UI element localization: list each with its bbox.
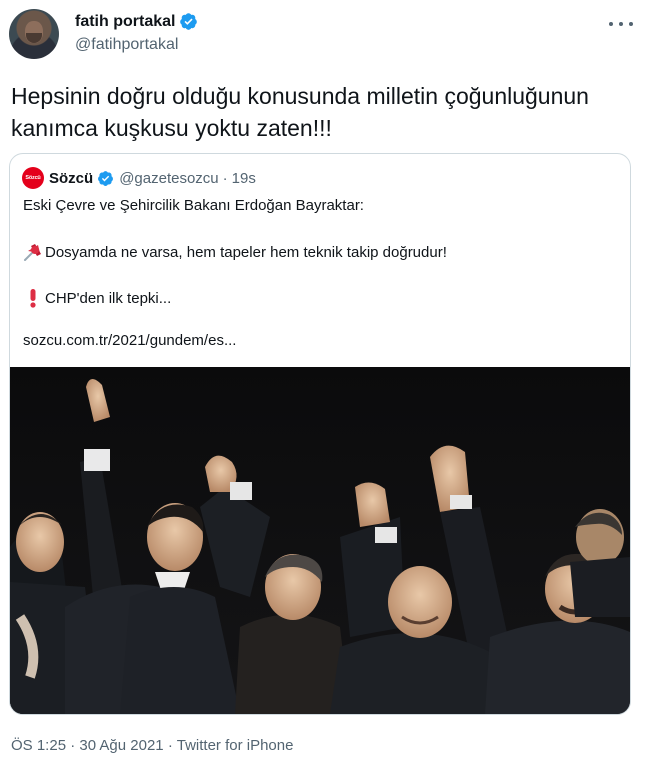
separator-dot: · [222, 169, 228, 187]
quoted-name[interactable]: Sözcü [49, 170, 93, 187]
quoted-media-image[interactable] [10, 367, 630, 714]
pushpin-icon [24, 244, 41, 261]
exclamation-icon [30, 289, 36, 308]
quoted-tweet-card[interactable]: Sözcü Sözcü @gazetesozcu · 19s Eski Çevr… [9, 153, 631, 715]
tweet-source[interactable]: Twitter for iPhone [177, 737, 294, 754]
verified-badge-icon [98, 170, 114, 186]
quoted-avatar-logo[interactable]: Sözcü [22, 167, 44, 189]
tweet-text: Hepsinin doğru olduğu konusunda milletin… [11, 83, 589, 141]
tweet: fatih portakal @fatihportakal Hepsinin d… [0, 0, 651, 763]
tweet-meta: ÖS 1:25 · 30 Ağu 2021 · Twitter for iPho… [11, 737, 293, 754]
quoted-text-line: CHP'den ilk tepki... [23, 288, 171, 308]
more-dot-icon [619, 22, 623, 26]
verified-badge-icon [180, 13, 198, 30]
author-name[interactable]: fatih portakal [75, 13, 175, 31]
separator-dot: · [167, 737, 173, 754]
quoted-handle[interactable]: @gazetesozcu [119, 170, 218, 187]
author-avatar[interactable] [9, 9, 59, 59]
separator-dot: · [70, 737, 76, 754]
quoted-text-line-1: Eski Çevre ve Şehircilik Bakanı Erdoğan … [23, 197, 364, 214]
tweet-time[interactable]: ÖS 1:25 [11, 737, 66, 754]
more-dot-icon [609, 22, 613, 26]
quoted-text-line: Dosyamda ne varsa, hem tapeler hem tekni… [23, 242, 447, 262]
more-dot-icon [629, 22, 633, 26]
avatar-beard [26, 33, 42, 43]
more-options-button[interactable] [609, 14, 633, 34]
quoted-link[interactable]: sozcu.com.tr/2021/gundem/es... [23, 332, 236, 349]
author-handle[interactable]: @fatihportakal [75, 36, 178, 54]
quoted-time[interactable]: 19s [232, 170, 256, 187]
quoted-text-line-2: Dosyamda ne varsa, hem tapeler hem tekni… [45, 243, 447, 261]
author-name-row[interactable]: fatih portakal [75, 12, 198, 31]
quoted-text-line-3: CHP'den ilk tepki... [45, 289, 172, 307]
tweet-date[interactable]: 30 Ağu 2021 [79, 737, 163, 754]
quoted-header: Sözcü Sözcü @gazetesozcu · 19s [22, 166, 256, 190]
quoted-link-line[interactable]: sozcu.com.tr/2021/gundem/es... [23, 332, 236, 349]
quoted-text-line: Eski Çevre ve Şehircilik Bakanı Erdoğan … [23, 197, 364, 214]
